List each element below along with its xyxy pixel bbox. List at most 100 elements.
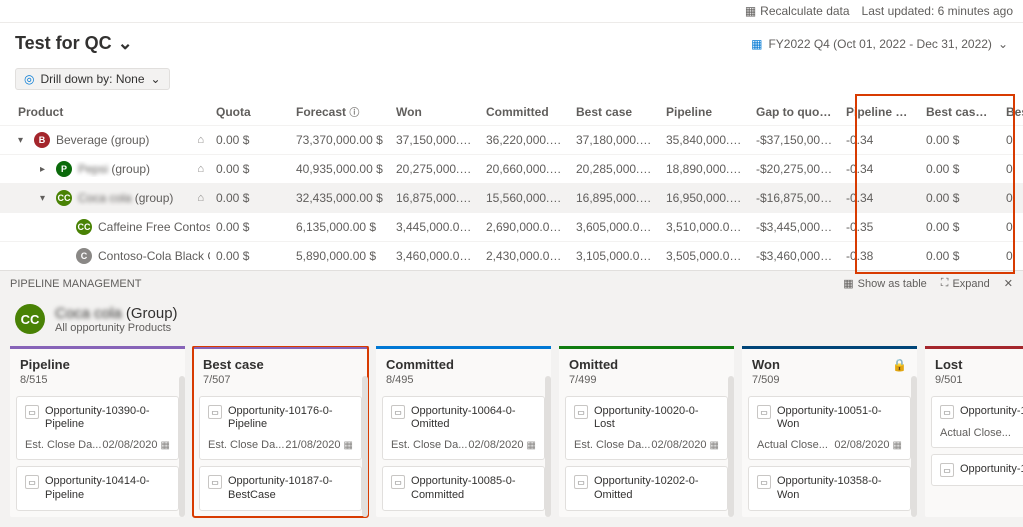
recalculate-button[interactable]: ▦ Recalculate data xyxy=(745,4,850,18)
cell-cover: -0.38 xyxy=(840,249,920,263)
column-header: Best case7/507 xyxy=(193,349,368,390)
org-icon: ⌂ xyxy=(197,163,204,175)
cell-gap: -$3,460,000.00 xyxy=(750,249,840,263)
scrollbar[interactable] xyxy=(911,376,917,517)
col-bcprod[interactable]: Best case produ... xyxy=(1000,105,1023,119)
forecast-title-dropdown[interactable]: Test for QC ⌄ xyxy=(15,33,133,54)
page-title: Test for QC xyxy=(15,33,112,54)
chevron-down-icon: ⌄ xyxy=(151,72,161,86)
col-product[interactable]: Product xyxy=(0,105,210,119)
opportunity-card[interactable]: ▭Opportunity-10518- xyxy=(931,454,1023,486)
kanban-column: Best case7/507 ▭Opportunity-10176-0-Pipel… xyxy=(193,346,368,517)
cell-forecast: 40,935,000.00 $ xyxy=(290,162,390,176)
product-name: Caffeine Free Contoso-Cola xyxy=(98,220,210,234)
opportunity-card[interactable]: ▭Opportunity-10085-0-Committed xyxy=(382,466,545,510)
card-title: Opportunity-10176-0-Pipeline xyxy=(228,405,353,431)
cell-won: 3,445,000.00 $ xyxy=(390,220,480,234)
grid-row[interactable]: CContoso-Cola Black Cherry Va⌂0.00 $5,89… xyxy=(0,241,1023,270)
card-icon: ▭ xyxy=(25,475,39,489)
calendar-icon: ▦ xyxy=(527,440,536,451)
col-bcdisco[interactable]: Best case disco... xyxy=(920,105,1000,119)
card-title: Opportunity-10020-0-Lost xyxy=(594,405,719,431)
cell-bcdisco: 0.00 $ xyxy=(920,133,1000,147)
recalculate-label: Recalculate data xyxy=(760,4,849,18)
opportunity-card[interactable]: ▭Opportunity-10176-0-PipelineEst. Close … xyxy=(199,396,362,460)
col-won[interactable]: Won xyxy=(390,105,480,119)
cell-bestcase: 20,285,000.00 $ xyxy=(570,162,660,176)
column-name: Omitted xyxy=(569,357,618,372)
scrollbar[interactable] xyxy=(545,376,551,517)
chevron-down-icon: ⌄ xyxy=(998,37,1008,51)
cell-bcdisco: 0.00 $ xyxy=(920,249,1000,263)
forecast-grid: Product Quota Forecast ⓘ Won Committed B… xyxy=(0,98,1023,270)
cell-bcprod: 0 xyxy=(1000,133,1023,147)
card-icon: ▭ xyxy=(940,463,954,477)
product-cell: ▾CCCoca cola (group)⌂ xyxy=(0,190,210,206)
column-header: Won🔒7/509 xyxy=(742,349,917,390)
info-icon: ⓘ xyxy=(833,108,840,119)
grid-row[interactable]: ▾CCCoca cola (group)⌂0.00 $32,435,000.00… xyxy=(0,183,1023,212)
cell-bcdisco: 0.00 $ xyxy=(920,220,1000,234)
page-header: Test for QC ⌄ ▦ FY2022 Q4 (Oct 01, 2022 … xyxy=(0,23,1023,64)
card-meta: Est. Close Da...02/08/2020 ▦ xyxy=(574,439,719,451)
column-count: 9/501 xyxy=(935,374,1023,386)
cell-quota: 0.00 $ xyxy=(210,249,290,263)
period-selector[interactable]: ▦ FY2022 Q4 (Oct 01, 2022 - Dec 31, 2022… xyxy=(751,37,1008,51)
card-title: Opportunity-10187-0-BestCase xyxy=(228,475,353,501)
cell-bestcase: 3,105,000.00 $ xyxy=(570,249,660,263)
top-bar: ▦ Recalculate data Last updated: 6 minut… xyxy=(0,0,1023,23)
product-name: Contoso-Cola Black Cherry Va xyxy=(98,249,210,263)
card-title: Opportunity-10358-0-Won xyxy=(777,475,902,501)
cell-forecast: 6,135,000.00 $ xyxy=(290,220,390,234)
expand-chevron-icon[interactable]: ▾ xyxy=(40,193,50,204)
drill-down-selector[interactable]: ◎ Drill down by: None ⌄ xyxy=(15,68,170,90)
close-button[interactable]: ✕ xyxy=(1004,277,1013,290)
cell-cover: -0.34 xyxy=(840,162,920,176)
col-cover[interactable]: Pipeline cove... ⓘ xyxy=(840,104,920,119)
cell-bcdisco: 0.00 $ xyxy=(920,162,1000,176)
opportunity-card[interactable]: ▭Opportunity-10020-0-LostEst. Close Da..… xyxy=(565,396,728,460)
scrollbar[interactable] xyxy=(179,376,185,517)
column-header: Committed8/495 xyxy=(376,349,551,390)
cell-forecast: 32,435,000.00 $ xyxy=(290,191,390,205)
card-list: ▭Opportunity-10064-0-OmittedEst. Close D… xyxy=(376,390,551,517)
product-avatar: CC xyxy=(56,190,72,206)
col-bestcase[interactable]: Best case xyxy=(570,105,660,119)
opportunity-card[interactable]: ▭Opportunity-10051-0-WonActual Close...0… xyxy=(748,396,911,460)
col-committed[interactable]: Committed xyxy=(480,105,570,119)
cell-committed: 20,660,000.00 $ xyxy=(480,162,570,176)
col-pipeline[interactable]: Pipeline xyxy=(660,105,750,119)
chevron-down-icon: ⌄ xyxy=(118,33,133,54)
card-title: Opportunity-10085-0-Committed xyxy=(411,475,536,501)
show-as-table-button[interactable]: ▦Show as table xyxy=(843,277,927,290)
product-cell: CContoso-Cola Black Cherry Va⌂ xyxy=(0,248,210,264)
product-cell: ▸PPepsi (group)⌂ xyxy=(0,161,210,177)
opportunity-card[interactable]: ▭Opportunity-10090-Actual Close...02/08/… xyxy=(931,396,1023,448)
col-forecast[interactable]: Forecast ⓘ xyxy=(290,104,390,119)
expand-chevron-icon[interactable]: ▸ xyxy=(40,164,50,175)
info-icon: ⓘ xyxy=(349,108,359,119)
opportunity-card[interactable]: ▭Opportunity-10064-0-OmittedEst. Close D… xyxy=(382,396,545,460)
scrollbar[interactable] xyxy=(362,376,368,517)
grid-row[interactable]: ▾BBeverage (group)⌂0.00 $73,370,000.00 $… xyxy=(0,125,1023,154)
opportunity-card[interactable]: ▭Opportunity-10414-0-Pipeline xyxy=(16,466,179,510)
opportunity-card[interactable]: ▭Opportunity-10390-0-PipelineEst. Close … xyxy=(16,396,179,460)
expand-chevron-icon[interactable]: ▾ xyxy=(18,135,28,146)
grid-row[interactable]: ▸PPepsi (group)⌂ 0.00 $ 40,935,000.00 $ 20,… xyxy=(0,154,1023,183)
card-list: ▭Opportunity-10020-0-LostEst. Close Da..… xyxy=(559,390,734,517)
expand-button[interactable]: ⛶Expand xyxy=(941,277,990,290)
product-name: Beverage (group) xyxy=(56,133,149,147)
scrollbar[interactable] xyxy=(728,376,734,517)
opportunity-card[interactable]: ▭Opportunity-10202-0-Omitted xyxy=(565,466,728,510)
expand-icon: ⛶ xyxy=(941,277,949,290)
col-quota[interactable]: Quota xyxy=(210,105,290,119)
cell-bcprod: 0 xyxy=(1000,191,1023,205)
cell-cover: -0.35 xyxy=(840,220,920,234)
grid-row[interactable]: CCCaffeine Free Contoso-Cola⌂0.00 $6,135… xyxy=(0,212,1023,241)
cell-bestcase: 37,180,000.00 $ xyxy=(570,133,660,147)
col-gap[interactable]: Gap to quota ⓘ xyxy=(750,104,840,119)
opportunity-card[interactable]: ▭Opportunity-10358-0-Won xyxy=(748,466,911,510)
cell-won: 3,460,000.00 $ xyxy=(390,249,480,263)
cell-committed: 15,560,000.00 $ xyxy=(480,191,570,205)
opportunity-card[interactable]: ▭Opportunity-10187-0-BestCase xyxy=(199,466,362,510)
